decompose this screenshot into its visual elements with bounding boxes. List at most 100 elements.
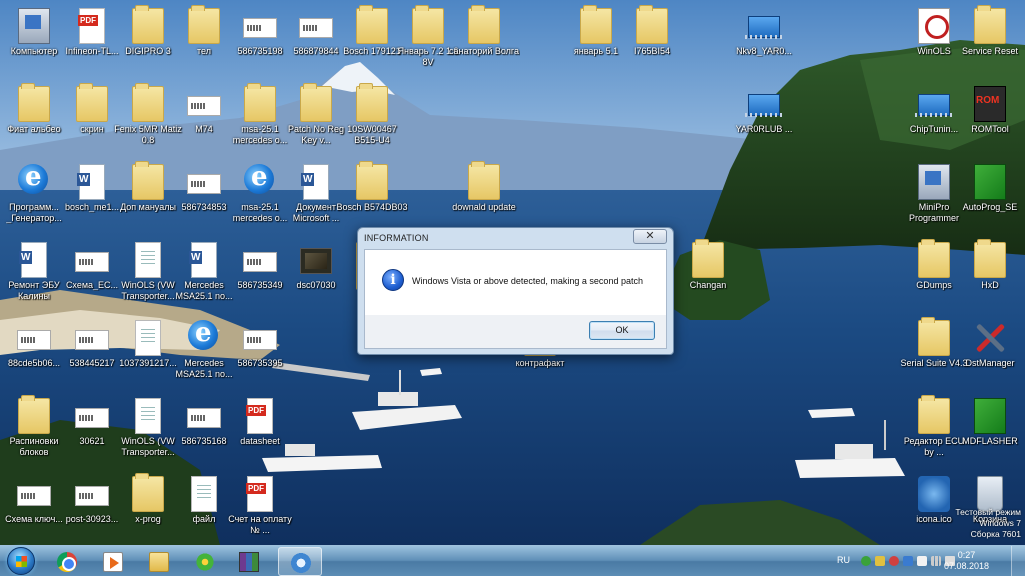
desktop-icon[interactable]: Компьютер	[4, 4, 64, 74]
information-dialog[interactable]: INFORMATION ✕ i Windows Vista or above d…	[357, 227, 674, 355]
desktop-icon[interactable]: ROMTool	[960, 82, 1020, 152]
tools-icon	[974, 320, 1006, 356]
folder-icon	[356, 83, 388, 122]
desktop-icon-label: санаторий Волга	[448, 46, 520, 56]
video-icon	[300, 248, 332, 274]
test-mode-watermark: Тестовый режим Windows 7 Сборка 7601	[955, 507, 1021, 540]
winrar-icon	[239, 552, 259, 572]
desktop[interactable]: КомпьютерInfineon-TL...DIGIPRO 3тел58673…	[0, 0, 1025, 545]
desktop-icon[interactable]: Программ... _Генератор...	[4, 160, 64, 230]
tray-app-icon[interactable]	[861, 556, 871, 566]
desktop-icon[interactable]: Редактор ECU by ...	[904, 394, 964, 464]
media-player-icon	[103, 552, 123, 572]
language-indicator[interactable]: RU	[837, 555, 850, 565]
desktop-icon-label: Changan	[689, 280, 727, 290]
ie-icon	[18, 162, 48, 194]
tray-app-icon[interactable]	[917, 556, 927, 566]
desktop-icon[interactable]: 586879844	[286, 4, 346, 74]
desktop-icon-label: Счет на оплату № ...	[228, 514, 292, 535]
image-file-icon	[299, 18, 333, 38]
clock[interactable]: 0:27 07.08.2018	[944, 550, 989, 572]
document-icon	[135, 320, 161, 356]
computer-icon	[18, 8, 50, 44]
folder-icon	[76, 83, 108, 122]
clock-date: 07.08.2018	[943, 561, 989, 571]
desktop-icon[interactable]: Mercedes MSA25.1 no...	[174, 316, 234, 386]
desktop-icon[interactable]: Mercedes MSA25.1 no...	[174, 238, 234, 308]
image-file-icon	[17, 330, 51, 350]
folder-icon	[692, 239, 724, 278]
desktop-icon[interactable]: GDumps	[904, 238, 964, 308]
close-button[interactable]: ✕	[633, 229, 667, 244]
desktop-icon[interactable]: downald update	[452, 160, 516, 230]
desktop-icon[interactable]: тел	[174, 4, 234, 74]
desktop-icon[interactable]: Схема ключ...	[4, 472, 64, 542]
desktop-icon[interactable]: Счет на оплату № ...	[228, 472, 292, 542]
desktop-icon[interactable]: Доп мануалы	[118, 160, 178, 230]
desktop-icon-label: 586735395	[237, 358, 283, 368]
tray-app-icon[interactable]	[875, 556, 885, 566]
desktop-icon[interactable]: AutoProg_SE	[960, 160, 1020, 230]
desktop-icon[interactable]: ChipTunin...	[904, 82, 964, 152]
desktop-icon[interactable]: DIGIPRO 3	[118, 4, 178, 74]
desktop-icon[interactable]: Nkv8_YAR0...	[734, 4, 794, 74]
desktop-icon[interactable]: Service Reset	[960, 4, 1020, 74]
taskbar-item-icq[interactable]	[186, 547, 224, 576]
folder-icon	[188, 5, 220, 44]
desktop-icon[interactable]: 586735198	[230, 4, 290, 74]
folder-icon	[636, 5, 668, 44]
taskbar-item-patch-tool[interactable]	[278, 547, 322, 576]
desktop-icon[interactable]: MDFLASHER	[960, 394, 1020, 464]
desktop-icon[interactable]: HxD	[960, 238, 1020, 308]
desktop-icon[interactable]: 88cde5b06...	[4, 316, 64, 386]
taskbar-item-winrar[interactable]	[230, 547, 268, 576]
desktop-icon[interactable]: I765BI54	[622, 4, 682, 74]
desktop-icon[interactable]: DstManager	[960, 316, 1020, 386]
folder-icon	[132, 161, 164, 200]
explorer-folder-icon	[149, 552, 169, 572]
desktop-icon[interactable]: Changan	[678, 238, 738, 308]
taskbar-item-media-player[interactable]	[94, 547, 132, 576]
desktop-icon[interactable]: Fenix 5MR Matiz 0.8	[114, 82, 182, 152]
taskbar-item-explorer[interactable]	[140, 547, 178, 576]
word-icon	[189, 242, 217, 278]
network-icon[interactable]	[931, 556, 941, 566]
image-file-icon	[187, 96, 221, 116]
desktop-icon[interactable]: bosch_me1...	[62, 160, 122, 230]
desktop-icon[interactable]: Фиат альбео	[4, 82, 64, 152]
desktop-icon[interactable]: x-prog	[118, 472, 178, 542]
desktop-icon-label: MDFLASHER	[962, 436, 1018, 446]
desktop-icon[interactable]: WinOLS (VW Transporter...	[118, 394, 178, 464]
start-button[interactable]	[3, 546, 43, 576]
desktop-icon-label: контрафакт	[515, 358, 565, 368]
desktop-icon[interactable]: 586735349	[230, 238, 290, 308]
icq-icon	[195, 552, 215, 572]
desktop-icon[interactable]: Infineon-TL...	[62, 4, 122, 74]
desktop-icon[interactable]: 586735395	[230, 316, 290, 386]
desktop-icon-label: AutoProg_SE	[962, 202, 1018, 212]
tray-app-icon[interactable]	[889, 556, 899, 566]
winols-icon	[918, 8, 950, 44]
desktop-icon[interactable]: 586735168	[174, 394, 234, 464]
taskbar-item-chrome[interactable]	[48, 547, 86, 576]
desktop-icon-label: datasheet	[240, 436, 280, 446]
desktop-icon[interactable]: Распиновки блоков	[4, 394, 64, 464]
desktop-icon[interactable]: Serial Suite V4.3	[900, 316, 968, 386]
show-desktop-button[interactable]	[1011, 546, 1025, 576]
folder-icon	[18, 395, 50, 434]
desktop-icon[interactable]: post-30923...	[62, 472, 122, 542]
desktop-icon[interactable]: январь 5.1	[566, 4, 626, 74]
tray-app-icon[interactable]	[903, 556, 913, 566]
folder-icon	[356, 5, 388, 44]
desktop-icon[interactable]: YAR0RLUB ...	[734, 82, 794, 152]
desktop-icon[interactable]: Ремонт ЭБУ Калины	[4, 238, 64, 308]
desktop-icon-label: ROMTool	[971, 124, 1009, 134]
dialog-footer: OK	[364, 315, 667, 349]
desktop-icon[interactable]: datasheet	[230, 394, 290, 464]
desktop-icon[interactable]: Bosch B574DB03	[336, 160, 408, 230]
document-icon	[135, 242, 161, 278]
desktop-icon[interactable]: санаторий Волга	[449, 4, 519, 74]
ok-button[interactable]: OK	[589, 321, 655, 340]
desktop-icon[interactable]: 10SW00467 B515-U4	[342, 82, 402, 152]
desktop-icon[interactable]: MiniPro Programmer	[904, 160, 964, 230]
